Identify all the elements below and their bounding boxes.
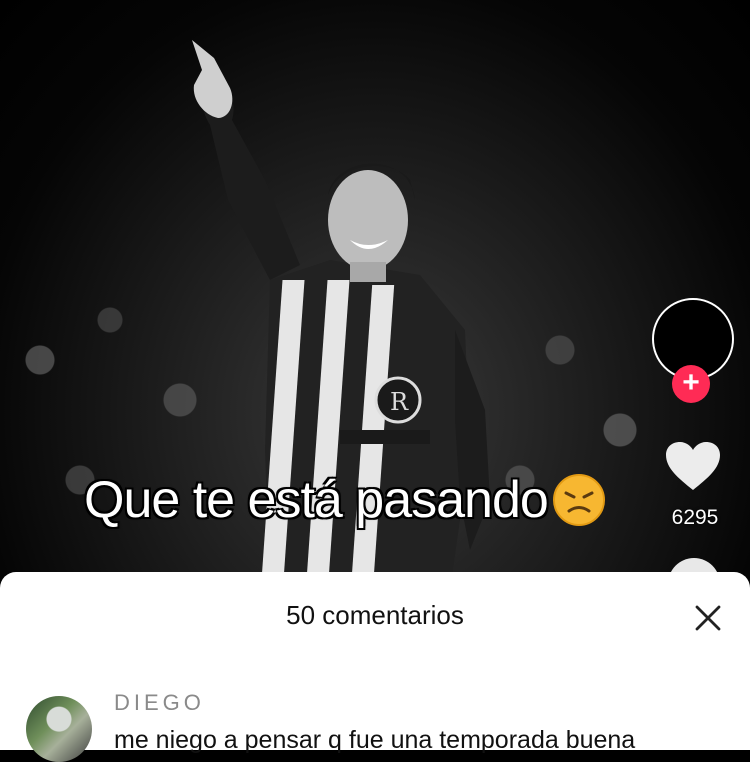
caption-text: Que te está pasando: [84, 471, 549, 529]
comment-avatar[interactable]: [26, 696, 92, 762]
video-caption: Que te está pasando: [84, 470, 606, 530]
close-icon[interactable]: [692, 602, 724, 634]
comment-item[interactable]: DIEGO me niego a pensar q fue una tempor…: [26, 690, 746, 762]
comments-count-title: 50 comentarios: [286, 600, 464, 630]
svg-text:R: R: [390, 388, 409, 416]
disappointed-face-emoji-icon: [552, 474, 605, 526]
follow-button[interactable]: +: [672, 365, 710, 403]
like-count: 6295: [671, 506, 719, 529]
comment-text: me niego a pensar q fue una temporada bu…: [114, 726, 636, 754]
comments-sheet: 50 comentarios DIEGO me niego a pensar q…: [0, 572, 750, 762]
heart-icon[interactable]: [664, 440, 722, 492]
comment-username[interactable]: DIEGO: [114, 690, 205, 716]
